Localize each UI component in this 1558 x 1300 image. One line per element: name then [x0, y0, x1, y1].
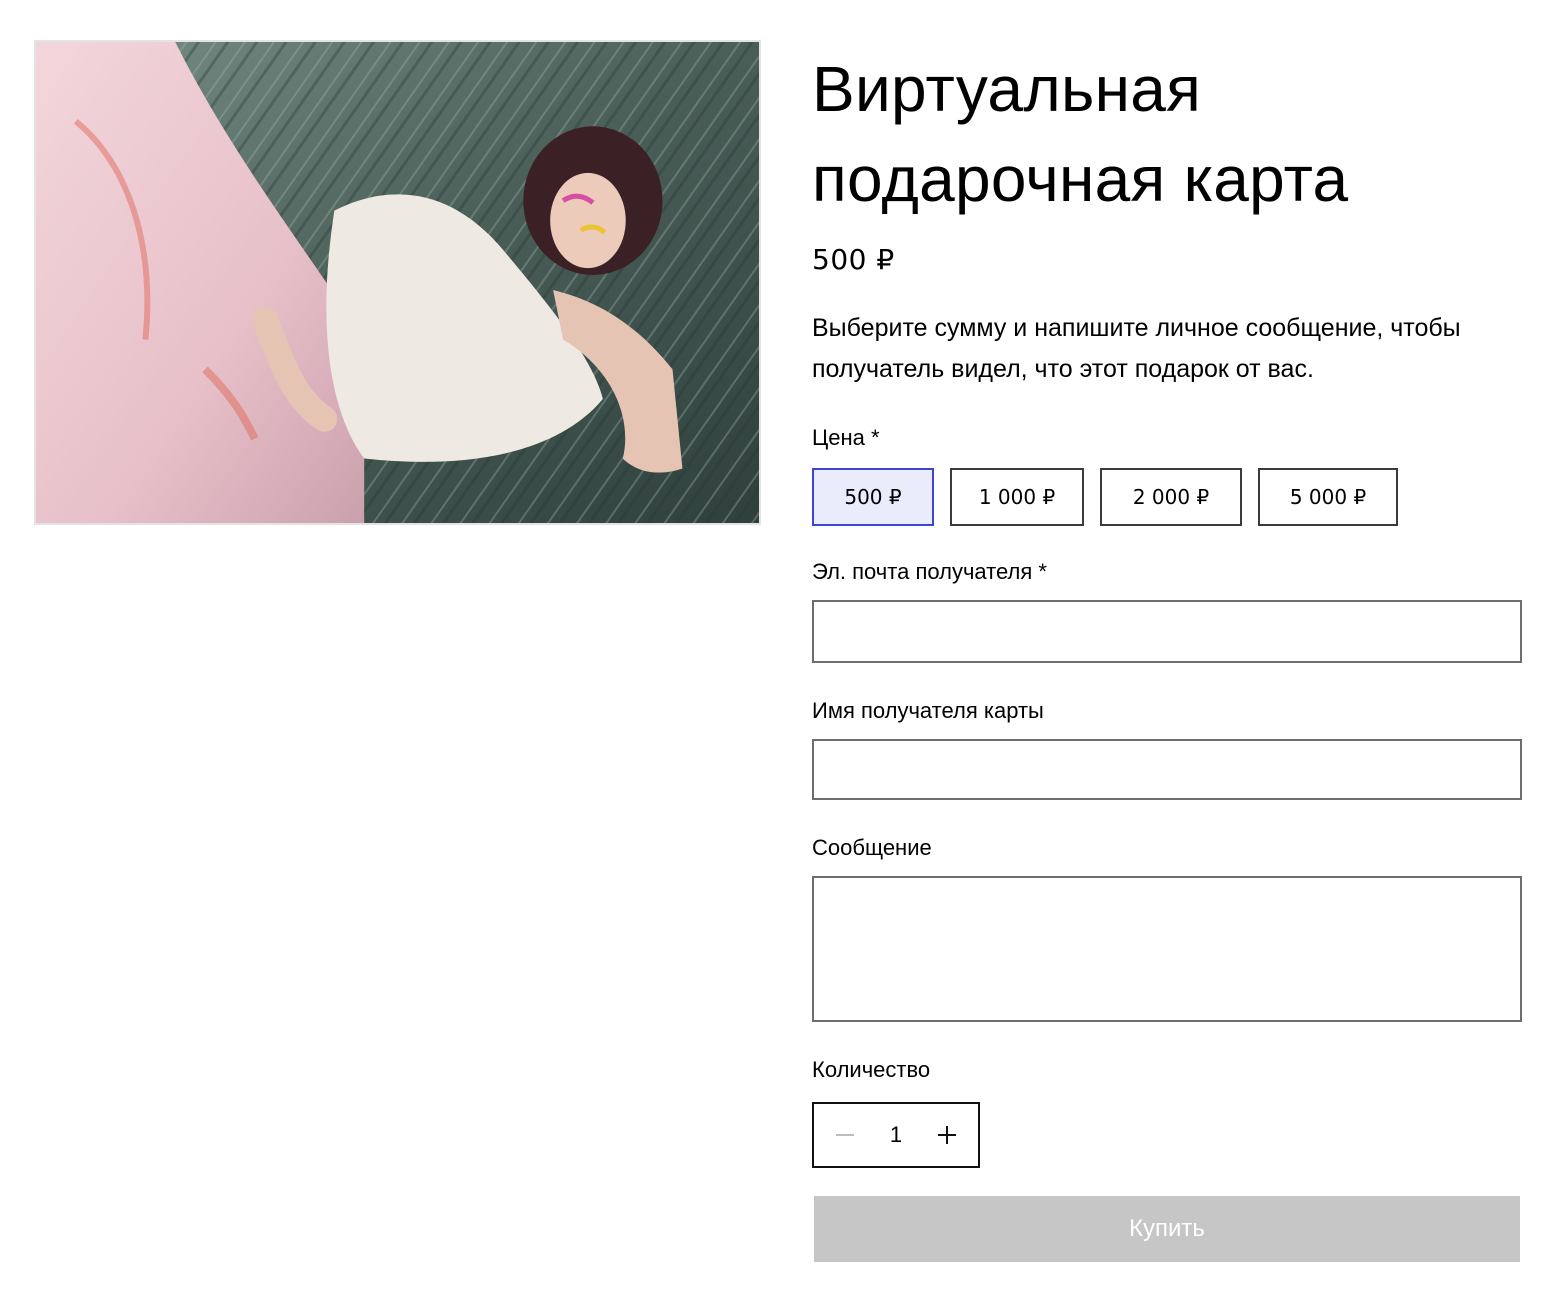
price-label: Цена * [812, 425, 880, 450]
product-details: Виртуальная подарочная карта 500 ₽ Выбер… [812, 44, 1524, 1262]
product-title-line-2: подарочная карта [812, 143, 1349, 215]
price-option-5000[interactable]: 5 000 ₽ [1258, 468, 1398, 526]
product-photo [36, 42, 759, 523]
minus-icon[interactable] [830, 1120, 860, 1150]
price-options: 500 ₽ 1 000 ₽ 2 000 ₽ 5 000 ₽ [812, 468, 1524, 526]
product-page: Виртуальная подарочная карта 500 ₽ Выбер… [0, 0, 1558, 1300]
recipient-email-field[interactable] [812, 600, 1522, 663]
product-description-line-1: Выберите сумму и напишите личное сообщен… [812, 314, 1461, 342]
product-description-line-2: получатель видел, что этот подарок от ва… [812, 355, 1314, 383]
message-field[interactable] [812, 876, 1522, 1022]
message-label: Сообщение [812, 835, 932, 860]
price-option-500[interactable]: 500 ₽ [812, 468, 934, 526]
product-description: Выберите сумму и напишите личное сообщен… [812, 308, 1524, 390]
plus-icon[interactable] [932, 1120, 962, 1150]
product-price: 500 ₽ [812, 243, 895, 276]
product-title: Виртуальная подарочная карта [812, 44, 1524, 224]
quantity-value[interactable]: 1 [890, 1122, 902, 1148]
product-image [34, 40, 761, 525]
recipient-name-field[interactable] [812, 739, 1522, 800]
recipient-email-label: Эл. почта получателя * [812, 559, 1047, 584]
product-title-line-1: Виртуальная [812, 53, 1202, 125]
buy-button[interactable]: Купить [814, 1196, 1520, 1262]
quantity-label: Количество [812, 1057, 931, 1082]
recipient-name-label: Имя получателя карты [812, 698, 1044, 723]
quantity-stepper: 1 [812, 1102, 980, 1168]
price-option-2000[interactable]: 2 000 ₽ [1100, 468, 1242, 526]
price-option-1000[interactable]: 1 000 ₽ [950, 468, 1084, 526]
